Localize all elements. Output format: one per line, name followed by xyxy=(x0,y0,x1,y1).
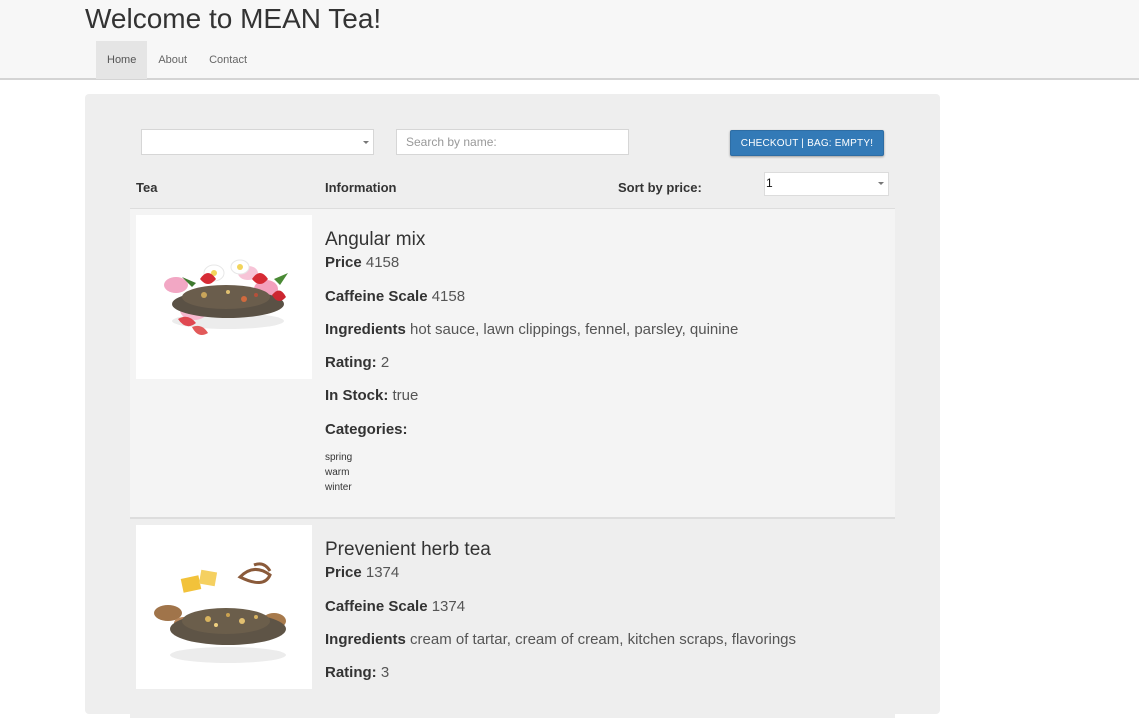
rating-label: Rating: xyxy=(325,354,377,371)
nav-about-link[interactable]: About xyxy=(147,41,198,79)
categories-label: Categories: xyxy=(325,421,408,438)
tea-panel: CHECKOUT | BAG: EMPTY! Tea Information S… xyxy=(85,94,940,718)
tea-name: Angular mix xyxy=(325,229,426,250)
tea-row: Prevenient herb tea Price 1374 Caffeine … xyxy=(130,518,895,718)
price-label: Price xyxy=(325,564,362,581)
nav-contact-link[interactable]: Contact xyxy=(198,41,258,79)
tea-rating: Rating: 2 xyxy=(325,354,389,371)
search-input[interactable] xyxy=(396,129,629,155)
navbar: Welcome to MEAN Tea! Home About Contact xyxy=(0,0,1139,80)
category-select[interactable] xyxy=(141,129,374,155)
tea-blend-strawberry-image xyxy=(136,215,312,379)
caffeine-value: 4158 xyxy=(431,288,466,305)
chevron-down-icon xyxy=(878,182,884,185)
page-title: Welcome to MEAN Tea! xyxy=(85,3,382,34)
chevron-down-icon xyxy=(363,141,369,144)
checkout-button[interactable]: CHECKOUT | BAG: EMPTY! xyxy=(730,130,884,156)
ingredients-value: hot sauce, lawn clippings, fennel, parsl… xyxy=(410,321,739,338)
tea-row: Angular mix Price 4158 Caffeine Scale 41… xyxy=(130,208,895,518)
column-header-tea: Tea xyxy=(136,180,158,195)
column-header-information: Information xyxy=(325,180,397,195)
tea-rating: Rating: 3 xyxy=(325,664,389,681)
price-value: 4158 xyxy=(365,254,400,271)
tea-price: Price 1374 xyxy=(325,564,399,581)
caffeine-label: Caffeine Scale xyxy=(325,288,428,305)
category-item: warm xyxy=(325,467,350,478)
ingredients-label: Ingredients xyxy=(325,321,406,338)
sort-select-value: 1 xyxy=(766,176,773,190)
caffeine-label: Caffeine Scale xyxy=(325,598,428,615)
ingredients-label: Ingredients xyxy=(325,631,406,648)
tea-blend-coconut-image xyxy=(136,525,312,689)
sort-label: Sort by price: xyxy=(618,180,702,195)
ingredients-value: cream of tartar, cream of cream, kitchen… xyxy=(410,631,797,648)
in-stock-label: In Stock: xyxy=(325,387,389,404)
tea-in-stock: In Stock: true xyxy=(325,387,418,404)
tea-ingredients: Ingredients cream of tartar, cream of cr… xyxy=(325,631,796,648)
tea-name: Prevenient herb tea xyxy=(325,539,491,560)
category-list: spring warm winter xyxy=(325,450,352,495)
tea-caffeine: Caffeine Scale 1374 xyxy=(325,598,465,615)
caffeine-value: 1374 xyxy=(431,598,466,615)
rating-value: 3 xyxy=(380,664,390,681)
rating-label: Rating: xyxy=(325,664,377,681)
tea-caffeine: Caffeine Scale 4158 xyxy=(325,288,465,305)
rating-value: 2 xyxy=(380,354,390,371)
nav-menu: Home About Contact xyxy=(96,41,258,79)
tea-ingredients: Ingredients hot sauce, lawn clippings, f… xyxy=(325,321,738,338)
price-label: Price xyxy=(325,254,362,271)
tea-price: Price 4158 xyxy=(325,254,399,271)
price-value: 1374 xyxy=(365,564,400,581)
sort-select[interactable]: 1 xyxy=(764,172,889,196)
category-item: spring xyxy=(325,452,353,463)
nav-home-link[interactable]: Home xyxy=(96,41,148,79)
in-stock-value: true xyxy=(392,387,419,404)
category-item: winter xyxy=(325,482,352,493)
